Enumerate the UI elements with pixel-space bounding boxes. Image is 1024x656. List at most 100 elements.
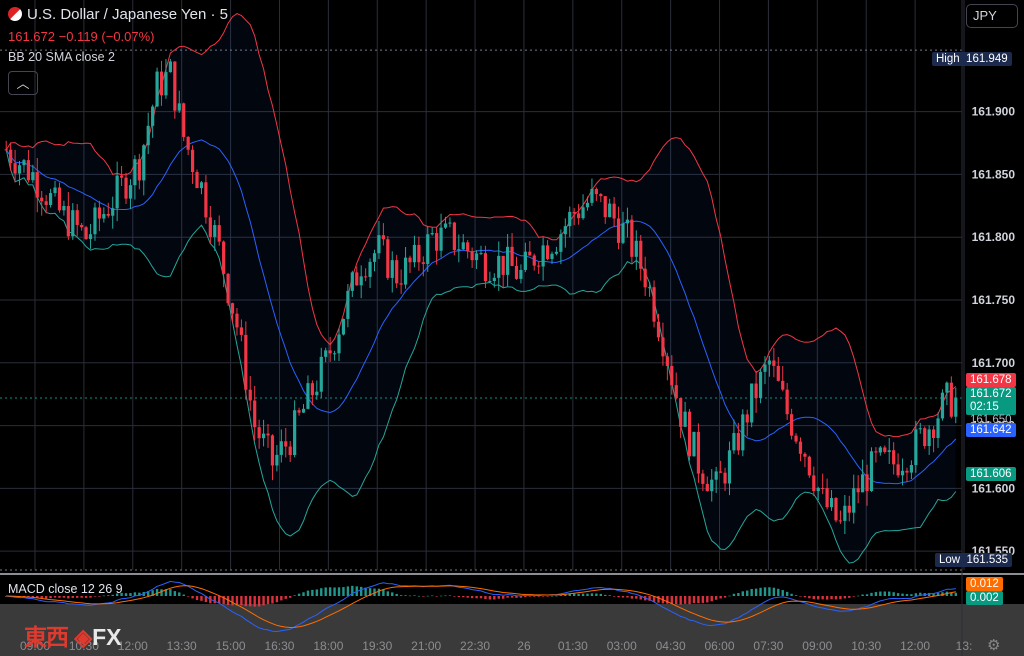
- macd-histogram-bar: [386, 591, 390, 596]
- candle-body: [816, 487, 820, 492]
- macd-histogram-bar: [515, 596, 518, 598]
- macd-histogram-bar: [572, 593, 576, 596]
- candle-body: [790, 414, 794, 436]
- last-price: 161.672: [8, 29, 55, 44]
- macd-histogram-bar: [546, 596, 549, 597]
- macd-histogram-bar: [284, 596, 287, 599]
- candle-body: [648, 287, 652, 289]
- candle-body: [696, 431, 701, 474]
- macd-histogram-bar: [825, 596, 829, 600]
- macd-histogram-bar: [359, 586, 363, 596]
- gear-icon[interactable]: ⚙: [987, 636, 1000, 654]
- candle-body: [270, 435, 275, 466]
- macd-histogram-bar: [182, 594, 185, 596]
- candle-body: [377, 235, 381, 254]
- low-tag: Low 161.535: [935, 553, 1013, 567]
- candle-body: [594, 188, 598, 195]
- candle-body: [479, 253, 483, 255]
- macd-histogram-bar: [772, 587, 776, 596]
- bottom-overlay: [0, 604, 1024, 656]
- candle-body: [883, 447, 887, 452]
- candle-body: [621, 223, 625, 243]
- candle-body: [506, 246, 510, 275]
- macd-histogram-bar: [124, 593, 128, 596]
- macd-histogram-bar: [533, 596, 536, 597]
- candle-body: [541, 245, 545, 267]
- candle-body: [865, 474, 869, 492]
- candle-body: [390, 260, 394, 278]
- candle-body: [763, 364, 767, 372]
- macd-histogram-bar: [62, 596, 66, 598]
- candle-body: [714, 471, 718, 480]
- candle-body: [501, 255, 505, 275]
- candle-body: [665, 356, 669, 367]
- low-label: Low: [939, 554, 961, 566]
- macd-histogram-bar: [883, 591, 886, 596]
- macd-histogram-bar: [874, 592, 878, 596]
- candle-body: [48, 193, 53, 205]
- macd-histogram-bar: [422, 596, 425, 597]
- candle-body: [230, 303, 235, 314]
- candle-body: [710, 479, 714, 492]
- candle-body: [319, 356, 323, 392]
- macd-histogram-bar: [84, 596, 88, 598]
- candle-body: [687, 411, 692, 457]
- candle-body: [563, 226, 567, 235]
- macd-histogram-bar: [728, 595, 731, 597]
- macd-histogram-bar: [901, 593, 904, 596]
- candle-body: [71, 210, 75, 237]
- candle-body: [204, 182, 208, 218]
- macd-histogram-bar: [257, 596, 261, 607]
- macd-histogram-bar: [324, 587, 327, 596]
- candle-body: [40, 197, 44, 202]
- macd-histogram-bar: [524, 596, 527, 597]
- macd-indicator-label[interactable]: MACD close 12 26 9: [8, 582, 123, 596]
- candle-body: [142, 145, 146, 181]
- candle-body: [133, 159, 137, 186]
- candle-body: [350, 272, 354, 291]
- candle-body: [297, 410, 301, 413]
- candle-body: [199, 182, 204, 189]
- macd-histogram-bar: [382, 589, 385, 596]
- macd-histogram-bar: [169, 589, 172, 596]
- high-value: 161.949: [966, 53, 1008, 65]
- macd-histogram-bar: [448, 595, 452, 597]
- candle-body: [186, 136, 190, 150]
- candle-body: [834, 498, 838, 521]
- macd-histogram-bar: [595, 593, 598, 596]
- candle-body: [488, 281, 492, 283]
- candle-body: [261, 433, 266, 439]
- candle-body: [577, 213, 581, 219]
- candle-body: [372, 253, 377, 262]
- macd-histogram-bar: [861, 594, 864, 596]
- price-chart[interactable]: 09:0010:3012:0013:3015:0016:3018:0019:30…: [0, 0, 1024, 656]
- candle-body: [346, 290, 350, 319]
- candle-body: [9, 149, 13, 164]
- candle-body: [772, 360, 776, 366]
- logo-mark-icon: ◈: [68, 624, 93, 650]
- candle-body: [57, 187, 62, 211]
- bb-indicator-label[interactable]: BB 20 SMA close 2: [8, 50, 115, 64]
- collapse-button[interactable]: ︿: [8, 71, 38, 95]
- candle-body: [643, 268, 647, 288]
- macd-histogram-bar: [834, 596, 838, 600]
- candle-body: [847, 505, 851, 513]
- macd-histogram-bar: [759, 587, 762, 596]
- currency-selector[interactable]: JPY: [966, 4, 1018, 28]
- candle-body: [293, 410, 297, 456]
- macd-histogram-bar: [812, 596, 815, 600]
- macd-histogram-bar: [843, 596, 847, 599]
- macd-histogram-bar: [870, 592, 873, 596]
- candle-body: [523, 251, 527, 270]
- symbol-title[interactable]: U.S. Dollar / Japanese Yen · 5: [8, 6, 228, 23]
- candle-body: [381, 235, 385, 240]
- macd-histogram-bar: [785, 591, 789, 596]
- candle-body: [599, 194, 603, 197]
- macd-histogram-bar: [688, 596, 691, 605]
- candle-body: [683, 411, 687, 427]
- candle-body: [128, 185, 133, 199]
- candle-body: [275, 454, 279, 466]
- candle-body: [856, 488, 860, 493]
- y-tick-label: 161.600: [972, 481, 1016, 495]
- candle-body: [111, 208, 115, 216]
